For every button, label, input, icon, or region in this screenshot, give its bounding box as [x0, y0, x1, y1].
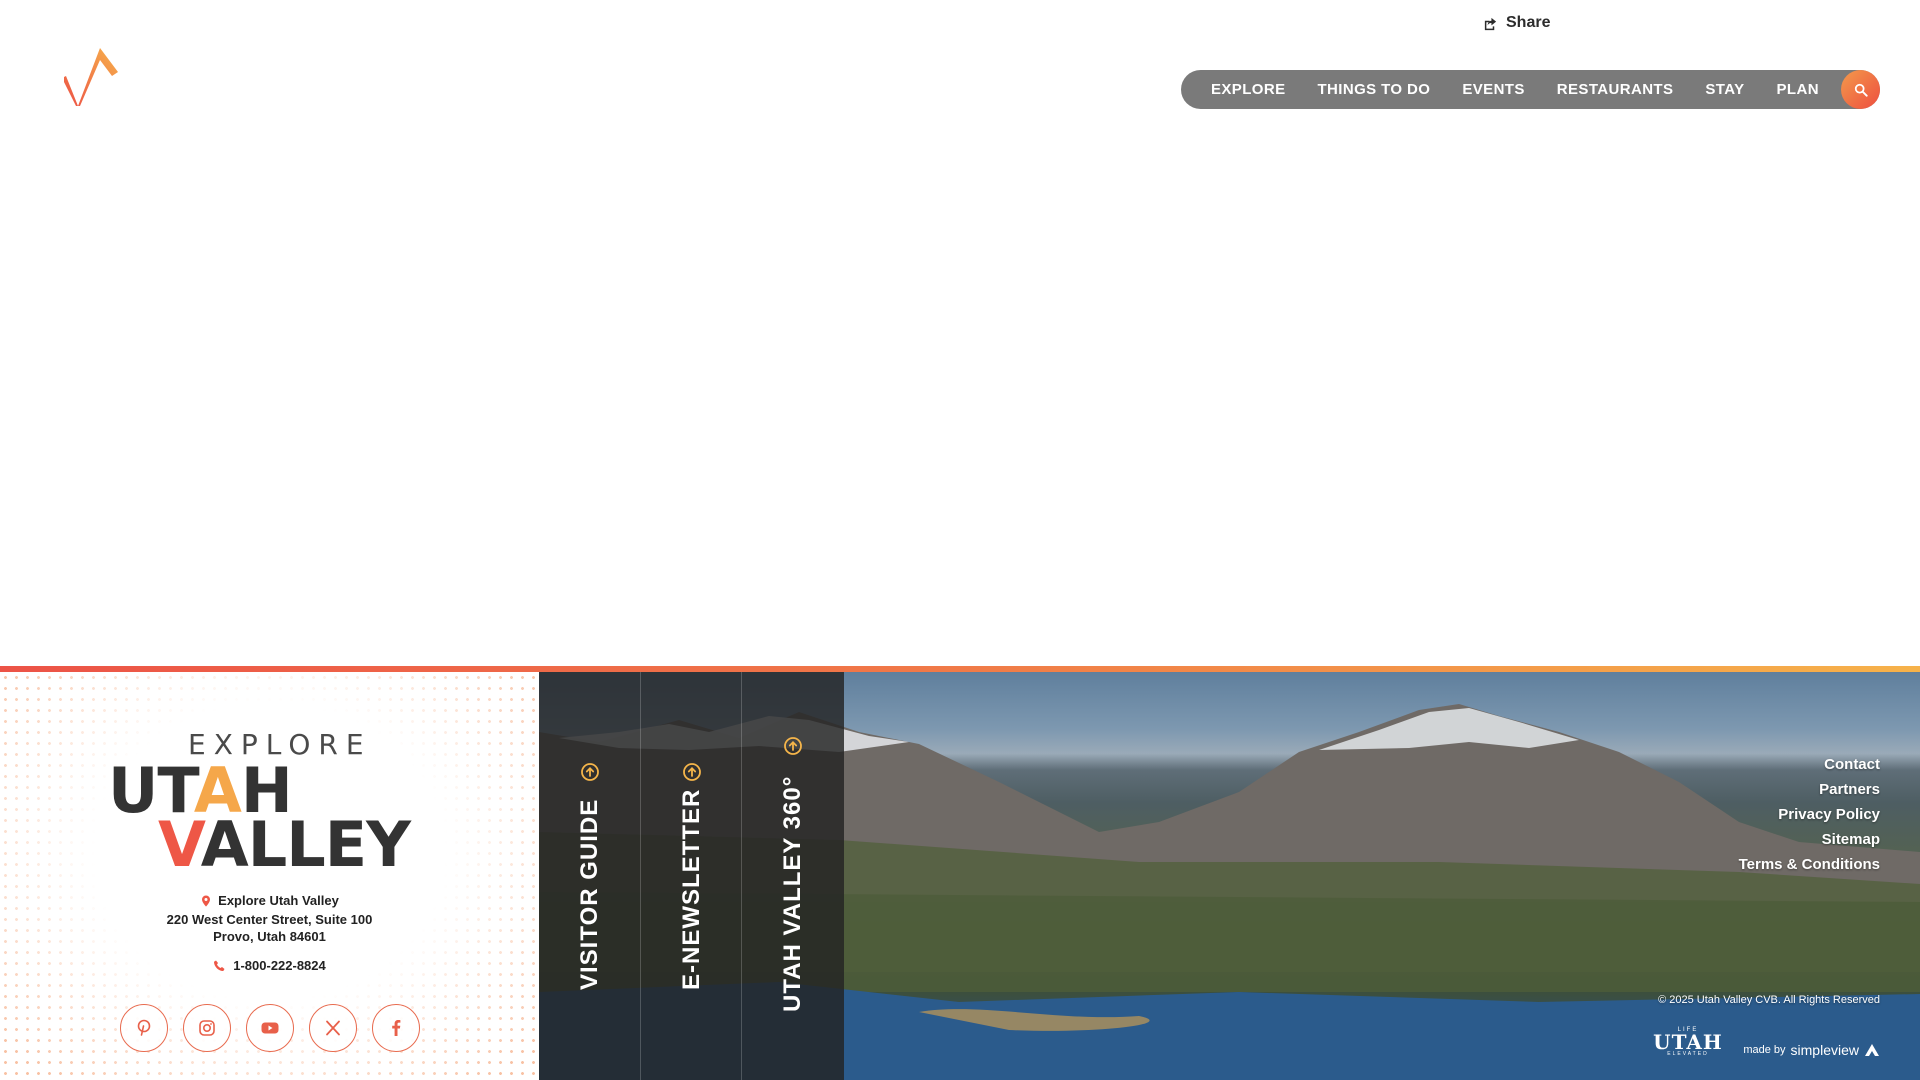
nav-stay[interactable]: STAY — [1705, 81, 1744, 98]
panel-utah-valley-360[interactable]: UTAH VALLEY 360° — [742, 672, 844, 1080]
footer-contact-area: EXPLORE UTAH VALLEY Explore Utah Valley … — [0, 672, 539, 1080]
link-sitemap[interactable]: Sitemap — [1739, 827, 1880, 852]
footer-brand-logo[interactable]: EXPLORE UTAH VALLEY — [108, 728, 428, 881]
social-x[interactable] — [309, 1004, 357, 1052]
made-by-simpleview[interactable]: made by simpleview — [1743, 1042, 1880, 1058]
link-contact[interactable]: Contact — [1739, 752, 1880, 777]
site-logo-icon[interactable] — [64, 46, 120, 108]
share-button[interactable]: Share — [1483, 14, 1550, 32]
panel-e-newsletter[interactable]: E-NEWSLETTER — [641, 672, 743, 1080]
map-pin-icon — [202, 895, 211, 906]
nav-explore[interactable]: EXPLORE — [1211, 81, 1285, 98]
site-footer: EXPLORE UTAH VALLEY Explore Utah Valley … — [0, 672, 1920, 1080]
instagram-icon — [199, 1020, 215, 1036]
footer-landscape-photo: VISITOR GUIDE E-NEWSLETTER UTAH VALLEY 3… — [539, 672, 1920, 1080]
arrow-up-circle-icon — [682, 763, 701, 781]
nav-events[interactable]: EVENTS — [1462, 81, 1524, 98]
feature-panels: VISITOR GUIDE E-NEWSLETTER UTAH VALLEY 3… — [539, 672, 844, 1080]
footer-links: Contact Partners Privacy Policy Sitemap … — [1739, 752, 1880, 877]
panel-label-visitor-guide: VISITOR GUIDE — [576, 798, 603, 990]
brand-valley: VALLEY — [158, 808, 411, 881]
youtube-icon — [261, 1022, 279, 1034]
phone-number: 1-800-222-8824 — [233, 958, 326, 973]
social-pinterest[interactable] — [120, 1004, 168, 1052]
panel-visitor-guide[interactable]: VISITOR GUIDE — [539, 672, 641, 1080]
search-button[interactable] — [1841, 70, 1880, 109]
made-by-brand: simpleview — [1790, 1042, 1859, 1058]
address-street: 220 West Center Street, Suite 100 — [166, 911, 373, 927]
address-city: Provo, Utah 84601 — [213, 928, 326, 944]
social-youtube[interactable] — [246, 1004, 294, 1052]
search-icon — [1854, 83, 1868, 97]
phone-icon — [214, 960, 225, 971]
panel-label-e-newsletter: E-NEWSLETTER — [677, 788, 705, 990]
nav-plan[interactable]: PLAN — [1777, 81, 1819, 98]
nav-restaurants[interactable]: RESTAURANTS — [1557, 81, 1674, 98]
arrow-up-circle-icon — [581, 763, 599, 781]
link-partners[interactable]: Partners — [1739, 777, 1880, 802]
made-by-prefix: made by — [1743, 1044, 1786, 1056]
pinterest-icon — [137, 1019, 151, 1036]
footer-address: Explore Utah Valley 220 West Center Stre… — [0, 892, 539, 945]
social-facebook[interactable] — [372, 1004, 420, 1052]
panel-label-utah-valley-360: UTAH VALLEY 360° — [779, 775, 807, 1012]
social-links — [120, 1004, 420, 1052]
simpleview-mark-icon — [1865, 1044, 1879, 1056]
link-terms-conditions[interactable]: Terms & Conditions — [1739, 852, 1880, 877]
life-elevated-logo[interactable]: LIFE UTAH ELEVATED — [1652, 1027, 1724, 1061]
social-instagram[interactable] — [183, 1004, 231, 1052]
x-icon — [326, 1020, 340, 1036]
share-icon — [1484, 17, 1497, 30]
copyright-text: © 2025 Utah Valley CVB. All Rights Reser… — [1658, 994, 1880, 1006]
facebook-icon — [392, 1020, 401, 1036]
arrow-up-circle-icon — [784, 737, 803, 755]
link-privacy-policy[interactable]: Privacy Policy — [1739, 802, 1880, 827]
footer-phone[interactable]: 1-800-222-8824 — [0, 958, 539, 973]
main-nav: EXPLORE THINGS TO DO EVENTS RESTAURANTS … — [1181, 70, 1880, 109]
share-label: Share — [1506, 14, 1551, 31]
nav-things-to-do[interactable]: THINGS TO DO — [1317, 81, 1430, 98]
address-name: Explore Utah Valley — [218, 893, 339, 908]
